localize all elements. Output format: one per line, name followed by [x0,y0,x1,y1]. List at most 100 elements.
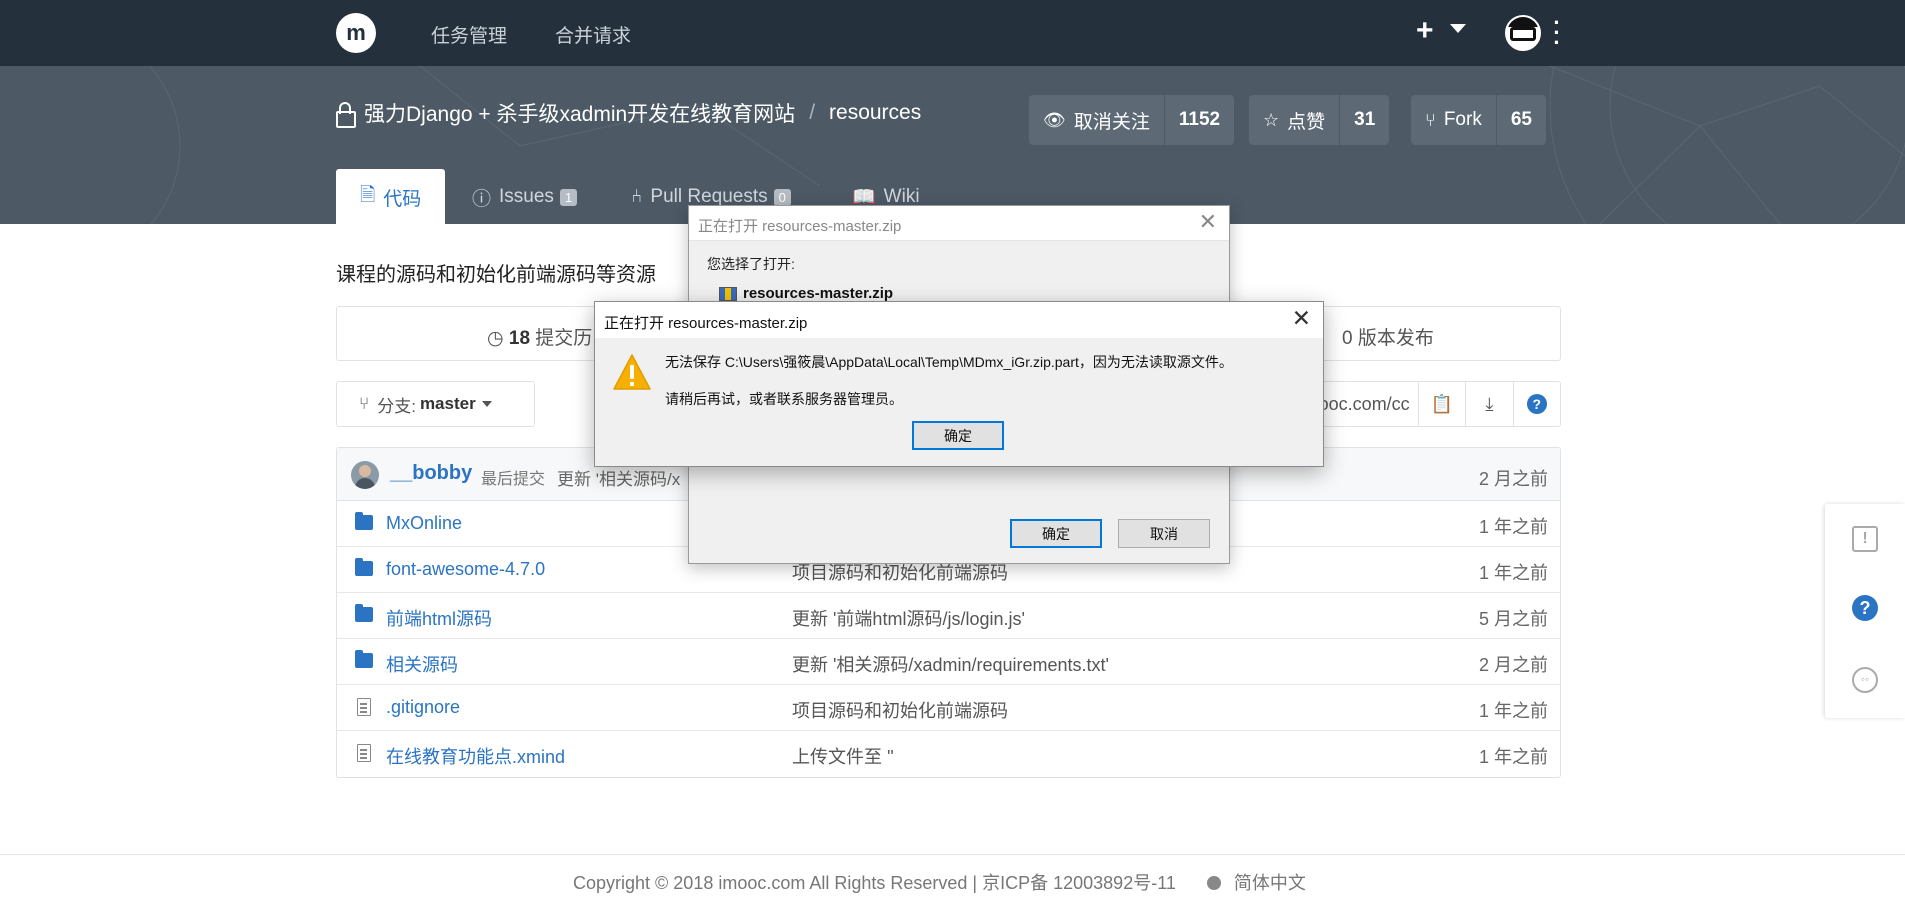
side-panel: ! ? ◦◦ [1825,504,1905,718]
user-avatar[interactable] [1505,15,1541,51]
table-row: 前端html源码 更新 '前端html源码/js/login.js' 5 月之前 [337,593,1560,639]
fork-label: Fork [1443,109,1482,130]
more-menu-icon[interactable]: · · · [1553,12,1561,54]
avatar-hair [1507,17,1539,27]
footer: Copyright © 2018 imooc.com All Rights Re… [573,869,1306,895]
table-row: 相关源码 更新 '相关源码/xadmin/requirements.txt' 2… [337,639,1560,685]
repo-owner-link[interactable]: 强力Django + 杀手级xadmin开发在线教育网站 [364,98,795,128]
file-name-link[interactable]: 在线教育功能点.xmind [386,743,565,769]
repo-name-link[interactable]: resources [829,101,921,125]
copyright-text: Copyright © 2018 imooc.com All Rights Re… [573,873,1176,893]
code-file-icon: 🗎 [360,185,376,206]
lock-icon [336,102,356,128]
file-commit-message[interactable]: 上传文件至 '' [792,743,894,769]
tab-code-label: 代码 [383,188,422,210]
top-nav: m 任务管理 合并请求 + · · · [0,0,1905,66]
branch-icon: ⑂ [359,394,370,413]
issues-count-badge: 1 [559,188,578,206]
close-icon[interactable]: ✕ [1292,305,1311,332]
language-link[interactable]: 简体中文 [1234,873,1306,893]
clone-url-box: ooc.com/cc 📋 ⤓ ? [1300,381,1561,427]
zip-file-name: resources-master.zip [719,285,893,302]
last-commit-time: 2 月之前 [1478,469,1548,489]
star-button[interactable]: ☆ 点赞 31 [1249,95,1390,145]
watch-button[interactable]: 👁 取消关注 1152 [1029,95,1235,145]
pull-request-icon: ⑃ [631,186,643,207]
copy-clipboard-icon[interactable]: 📋 [1417,382,1465,426]
last-commit-label: 最后提交 [481,471,546,488]
logo[interactable]: m [336,13,376,53]
repo-header: 强力Django + 杀手级xadmin开发在线教育网站 / resources… [0,66,1905,224]
nav-link-merge-requests[interactable]: 合并请求 [555,21,631,48]
dialog-titlebar: 正在打开 resources-master.zip ✕ [689,206,1229,241]
repo-separator: / [809,101,816,124]
feedback-icon[interactable]: ! [1852,526,1878,552]
error-message: 无法保存 C:\Users\强筱晨\AppData\Local\Temp\MDm… [665,354,1233,370]
table-row: .gitignore 项目源码和初始化前端源码 1 年之前 [337,685,1560,731]
branch-name: master [419,394,476,413]
nav-link-tasks[interactable]: 任务管理 [431,21,507,48]
file-time: 1 年之前 [1478,701,1548,721]
chevron-down-icon[interactable] [1450,24,1466,33]
eye-icon: 👁 [1043,109,1066,130]
folder-icon [355,512,373,530]
create-plus-icon[interactable]: + [1416,14,1434,48]
file-name-link[interactable]: 前端html源码 [386,605,492,631]
file-commit-message[interactable]: 更新 '相关源码/xadmin/requirements.txt' [792,651,1109,677]
watch-label: 取消关注 [1073,111,1150,133]
branch-selector[interactable]: ⑂ 分支: master [336,381,535,427]
fork-count[interactable]: 65 [1495,95,1546,145]
commit-author-link[interactable]: __bobby [390,462,472,485]
fork-button[interactable]: ⑂ Fork 65 [1411,95,1546,145]
cancel-button[interactable]: 取消 [1118,519,1210,548]
error-dialog-title: 正在打开 resources-master.zip [604,315,808,332]
star-count[interactable]: 31 [1339,95,1389,145]
ok-button[interactable]: 确定 [1010,519,1102,548]
last-commit-message[interactable]: 更新 '相关源码/x [557,465,680,490]
file-name-link[interactable]: font-awesome-4.7.0 [386,559,545,580]
help-icon[interactable]: ? [1852,595,1878,621]
ok-button[interactable]: 确定 [912,421,1004,450]
file-time: 2 月之前 [1478,655,1548,675]
file-commit-message[interactable]: 项目源码和初始化前端源码 [792,697,1008,723]
file-time: 1 年之前 [1478,563,1548,583]
download-icon[interactable]: ⤓ [1465,382,1512,426]
help-button[interactable]: ? [1512,382,1560,426]
repo-title: 强力Django + 杀手级xadmin开发在线教育网站 / resources [336,98,921,128]
folder-icon [355,558,373,576]
file-commit-message[interactable]: 更新 '前端html源码/js/login.js' [792,605,1025,631]
commits-label: 提交历 [535,328,593,349]
error-dialog-titlebar: 正在打开 resources-master.zip ✕ [595,302,1323,338]
repo-description: 课程的源码和初始化前端源码等资源 [336,264,656,286]
star-icon: ☆ [1263,109,1280,130]
chosen-label: 您选择了打开: [707,256,795,272]
error-dialog: 正在打开 resources-master.zip ✕ 无法保存 C:\User… [594,301,1324,467]
commits-link[interactable]: ◷ 18 提交历 [487,323,592,350]
tab-issues[interactable]: ⓘ Issues 1 [448,169,601,224]
tab-issues-label: Issues [499,186,554,207]
file-time: 1 年之前 [1478,517,1548,537]
file-name-link[interactable]: 相关源码 [386,651,458,677]
tab-code[interactable]: 🗎 代码 [336,169,446,224]
file-time: 5 月之前 [1478,609,1548,629]
watch-count[interactable]: 1152 [1163,95,1234,145]
warning-icon [613,354,651,390]
branch-prefix: 分支: [377,396,416,416]
author-avatar[interactable] [351,461,379,489]
file-name-link[interactable]: MxOnline [386,513,462,534]
file-icon [357,698,371,716]
history-icon: ◷ [487,328,504,349]
folder-icon [355,650,373,668]
issue-icon: ⓘ [472,188,492,210]
file-time: 1 年之前 [1478,747,1548,767]
zip-file-label: resources-master.zip [743,285,894,302]
close-icon[interactable]: ✕ [1199,209,1217,235]
chat-icon[interactable]: ◦◦ [1852,667,1878,693]
pr-count-badge: 0 [773,188,791,206]
fork-icon: ⑂ [1425,109,1436,130]
network-background [148,66,1905,224]
file-name-link[interactable]: .gitignore [386,697,460,718]
help-icon: ? [1526,394,1547,414]
releases-link[interactable]: 0 版本发布 [1342,323,1434,350]
file-icon [357,744,371,762]
